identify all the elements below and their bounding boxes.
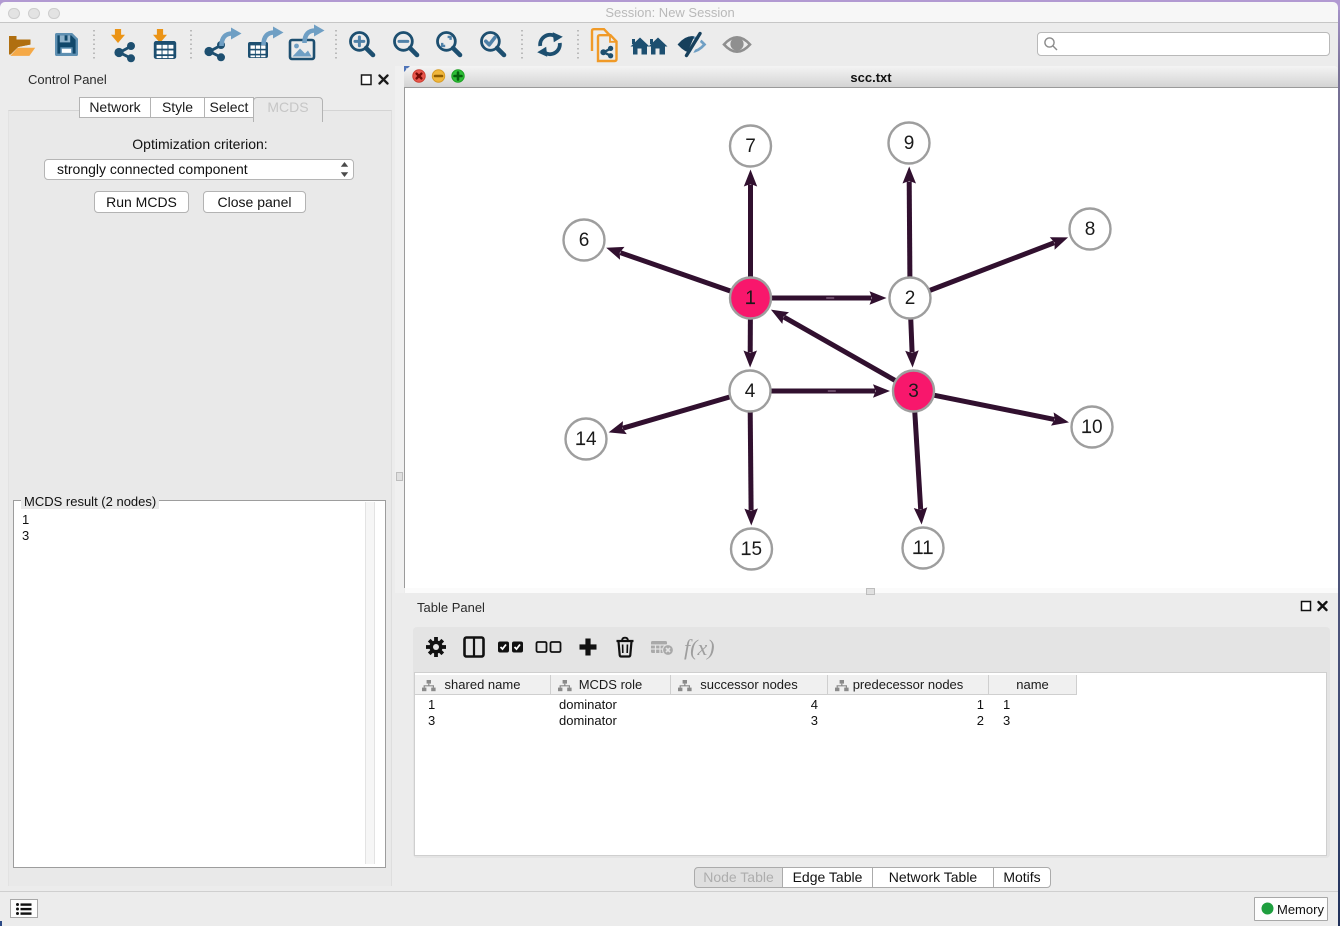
svg-text:2: 2 [905,288,916,309]
svg-text:11: 11 [913,538,933,559]
svg-text:14: 14 [575,429,597,450]
svg-text:3: 3 [908,381,919,402]
svg-text:f(x): f(x) [684,635,715,660]
svg-text:7: 7 [745,136,756,157]
svg-text:1: 1 [745,288,756,309]
svg-text:4: 4 [745,381,756,402]
svg-text:9: 9 [904,133,915,154]
svg-text:8: 8 [1085,219,1096,240]
svg-text:6: 6 [579,230,590,251]
svg-text:10: 10 [1081,417,1102,438]
svg-text:15: 15 [741,539,762,560]
